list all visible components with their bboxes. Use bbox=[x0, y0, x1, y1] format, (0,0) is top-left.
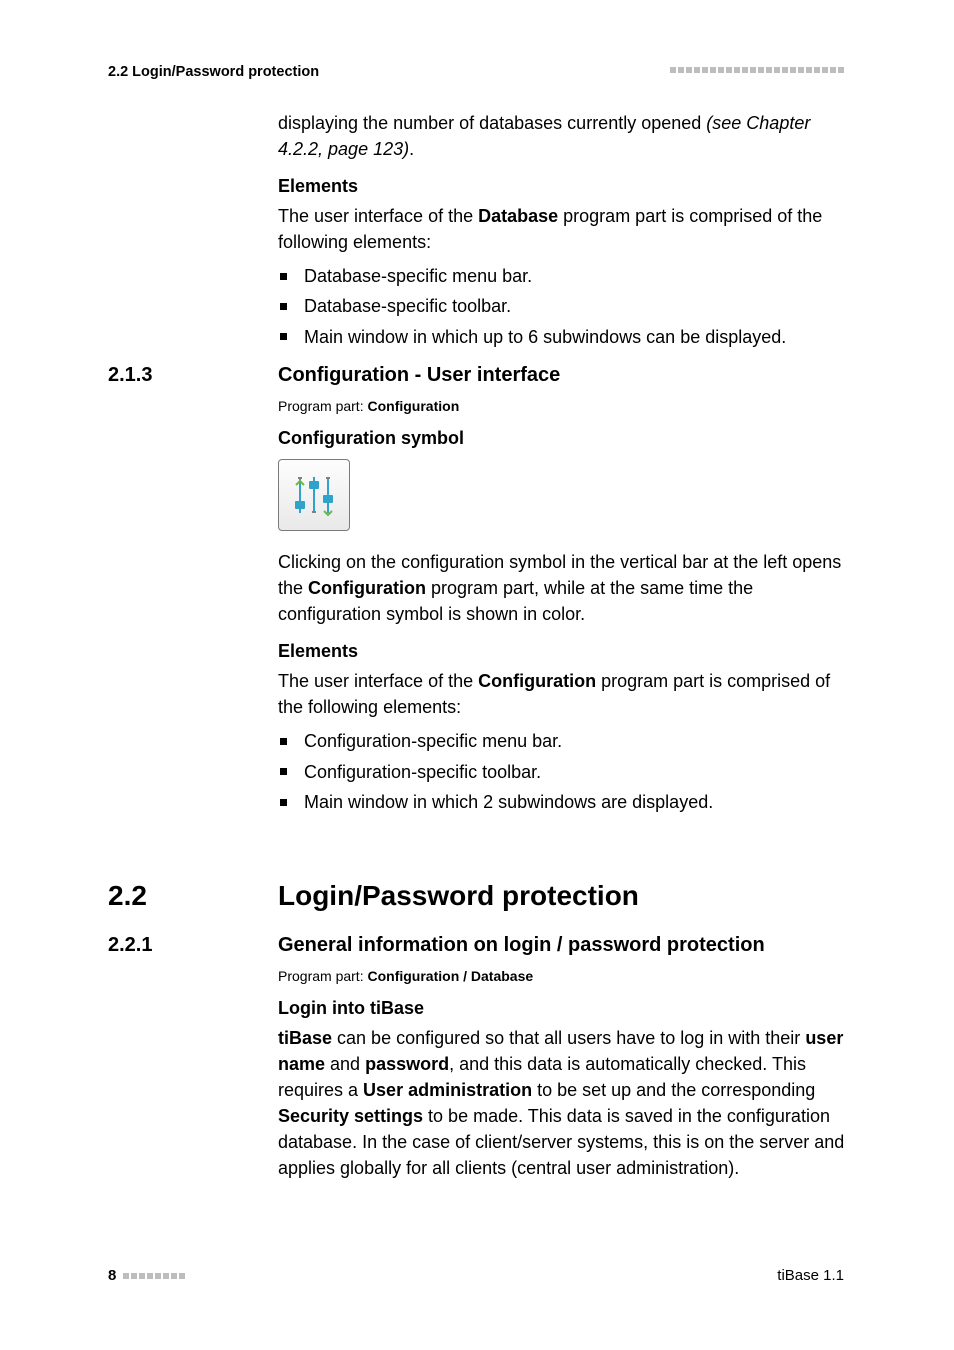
list-item: Main window in which up to 6 subwindows … bbox=[278, 324, 846, 350]
section-2-2-heading: 2.2Login/Password protection bbox=[108, 880, 846, 912]
footer-product: tiBase 1.1 bbox=[777, 1267, 844, 1284]
list-item: Database-specific menu bar. bbox=[278, 263, 846, 289]
footer-page-number: 8 bbox=[108, 1267, 185, 1284]
s213-elements-list: Configuration-specific menu bar. Configu… bbox=[278, 728, 846, 814]
db-elements-intro: The user interface of the Database progr… bbox=[278, 203, 846, 255]
s213-elements-intro: The user interface of the Configuration … bbox=[278, 668, 846, 720]
list-item: Main window in which 2 subwindows are di… bbox=[278, 789, 846, 815]
configuration-icon bbox=[278, 459, 350, 531]
intro-paragraph: displaying the number of databases curre… bbox=[278, 110, 846, 162]
s213-program-part: Program part: Configuration bbox=[278, 398, 846, 414]
running-header-left: 2.2 Login/Password protection bbox=[108, 64, 319, 80]
s213-description: Clicking on the configuration symbol in … bbox=[278, 549, 846, 627]
config-symbol-heading: Configuration symbol bbox=[278, 428, 846, 449]
db-elements-list: Database-specific menu bar. Database-spe… bbox=[278, 263, 846, 349]
db-elements-heading: Elements bbox=[278, 176, 846, 197]
header-ornament bbox=[668, 64, 844, 76]
list-item: Configuration-specific toolbar. bbox=[278, 759, 846, 785]
list-item: Database-specific toolbar. bbox=[278, 293, 846, 319]
s213-elements-heading: Elements bbox=[278, 641, 846, 662]
footer-ornament bbox=[121, 1267, 185, 1284]
login-paragraph: tiBase can be configured so that all use… bbox=[278, 1025, 846, 1182]
section-2-1-3-heading: 2.1.3Configuration - User interface bbox=[108, 364, 846, 387]
login-heading: Login into tiBase bbox=[278, 998, 846, 1019]
section-2-2-1-heading: 2.2.1General information on login / pass… bbox=[108, 934, 846, 957]
s221-program-part: Program part: Configuration / Database bbox=[278, 968, 846, 984]
list-item: Configuration-specific menu bar. bbox=[278, 728, 846, 754]
